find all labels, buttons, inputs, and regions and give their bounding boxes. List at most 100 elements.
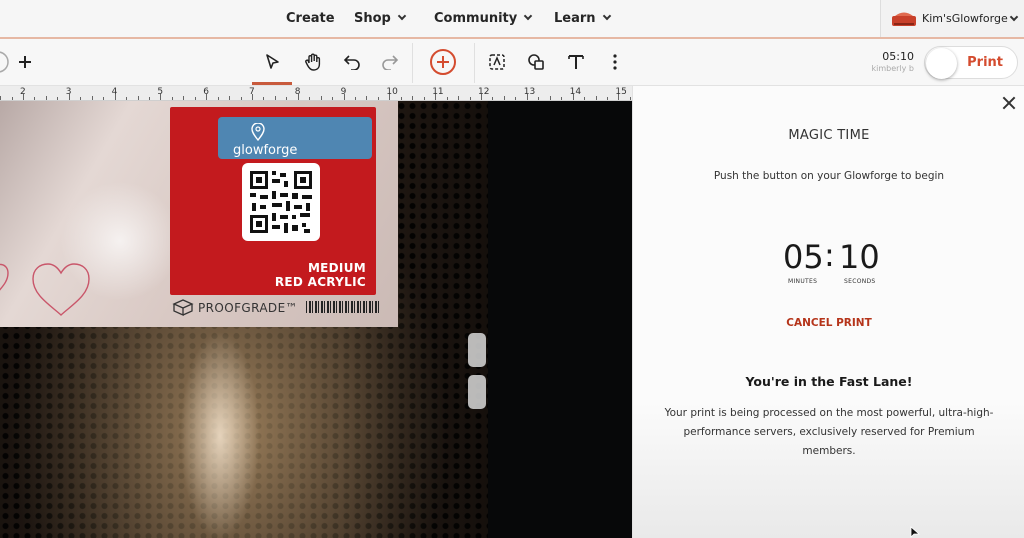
ruler-tick (435, 94, 436, 100)
select-arrow-icon (266, 54, 279, 69)
circle-icon (0, 51, 9, 73)
panel-subtitle: Push the button on your Glowforge to beg… (713, 170, 945, 182)
ruler-tick (0, 96, 1, 100)
ruler-label: 14 (569, 87, 582, 97)
ruler-tick (183, 96, 184, 100)
select-tool-button[interactable] (252, 39, 292, 85)
ruler-tick (241, 97, 242, 100)
ruler-tick (126, 97, 127, 100)
ruler-tick (115, 94, 116, 100)
more-vertical-icon (613, 54, 617, 70)
print-button-label: Print (967, 55, 1003, 70)
cancel-print-button[interactable]: CANCEL PRINT (633, 317, 1024, 329)
proofgrade-text: PROOFGRADE™ (198, 301, 298, 315)
ruler-tick (538, 97, 539, 100)
ruler-tick (218, 97, 219, 100)
heart-design[interactable] (0, 261, 16, 301)
ruler-tick (275, 96, 276, 100)
ruler-label: 13 (523, 87, 536, 97)
print-timer: 05:10 kimberly b (860, 39, 920, 85)
ruler-tick (263, 97, 264, 100)
ruler-tick (138, 96, 139, 100)
mouse-cursor-icon (910, 526, 920, 538)
ruler-tick (378, 97, 379, 100)
print-toggle-knob (926, 48, 957, 79)
proofgrade-sticker: glowforge MEDIUM RED ACRYLIC (170, 107, 376, 295)
barcode (306, 301, 380, 313)
pan-tool-button[interactable] (294, 39, 332, 85)
zoom-circle-button[interactable] (0, 39, 12, 85)
account-menu[interactable]: Kim'sGlowforge (880, 0, 1024, 37)
nav-learn[interactable]: Learn (554, 0, 611, 37)
ruler-tick (618, 94, 619, 100)
acrylic-sheet[interactable]: glowforge MEDIUM RED ACRYLIC PROOFGRADE™ (0, 101, 398, 327)
ruler-tick (481, 94, 482, 100)
redo-button[interactable] (372, 39, 408, 85)
add-artwork-button[interactable] (14, 39, 36, 85)
bed-camera-canvas[interactable]: glowforge MEDIUM RED ACRYLIC PROOFGRADE™ (0, 101, 632, 538)
undo-icon (343, 55, 360, 70)
ruler-tick (550, 96, 551, 100)
undo-button[interactable] (334, 39, 370, 85)
bed-handle (468, 333, 486, 367)
trace-button[interactable] (482, 39, 512, 85)
ruler-tick (309, 97, 310, 100)
ruler-tick (607, 97, 608, 100)
heart-design[interactable] (30, 261, 92, 319)
toolbar-divider (412, 43, 413, 83)
countdown-minutes: 05 (783, 238, 824, 276)
ruler-tick (412, 96, 413, 100)
trace-icon (489, 54, 505, 70)
top-navigation: Create Shop Community Learn Kim'sGlowfor… (0, 0, 1024, 39)
ruler-tick (92, 96, 93, 100)
active-tool-indicator (252, 82, 292, 85)
shapes-button[interactable] (521, 39, 551, 85)
add-circle-icon (430, 49, 456, 75)
ruler-tick (596, 96, 597, 100)
ruler-tick (355, 97, 356, 100)
nav-community[interactable]: Community (434, 0, 533, 37)
timer-user: kimberly b (871, 64, 914, 73)
ruler-tick (344, 94, 345, 100)
ruler-tick (447, 97, 448, 100)
ruler-tick (584, 97, 585, 100)
ruler-tick (206, 94, 207, 100)
ruler-tick (23, 94, 24, 100)
chevron-down-icon (602, 11, 611, 21)
proofgrade-box-icon (172, 299, 194, 316)
ruler-label: 11 (432, 87, 444, 97)
ruler-tick (69, 94, 70, 100)
add-design-button[interactable] (418, 39, 468, 85)
toolbar-divider (474, 43, 475, 83)
text-button[interactable] (561, 39, 591, 85)
horizontal-ruler: 2 3 4 5 6 7 8 9 10 11 12 13 14 15 (0, 86, 632, 101)
print-button[interactable]: Print (924, 46, 1018, 79)
plus-icon (19, 56, 31, 68)
ruler-tick (80, 97, 81, 100)
ruler-tick (252, 94, 253, 100)
chevron-down-icon (397, 11, 407, 21)
qr-code-icon (250, 171, 312, 233)
nav-create[interactable]: Create (286, 0, 335, 37)
ruler-tick (561, 97, 562, 100)
chevron-down-icon (523, 11, 533, 21)
bed-edge (488, 101, 632, 538)
ruler-tick (195, 97, 196, 100)
ruler-tick (573, 94, 574, 100)
qr-code (242, 163, 320, 241)
seconds-label: SECONDS (844, 278, 876, 285)
shapes-icon (528, 54, 544, 70)
glowforge-unit-icon (892, 12, 916, 26)
ruler-tick (527, 94, 528, 100)
ruler-tick (424, 97, 425, 100)
more-options-button[interactable] (604, 39, 626, 85)
fast-lane-description: Your print is being processed on the mos… (664, 407, 994, 457)
material-type: RED ACRYLIC (274, 275, 366, 289)
ruler-tick (389, 94, 390, 100)
ruler-tick (332, 97, 333, 100)
nav-shop[interactable]: Shop (354, 0, 407, 37)
countdown-seconds: 10 (839, 238, 880, 276)
account-name: Kim'sGlowforge (922, 12, 1008, 25)
ruler-tick (366, 96, 367, 100)
close-icon[interactable] (1002, 96, 1016, 110)
